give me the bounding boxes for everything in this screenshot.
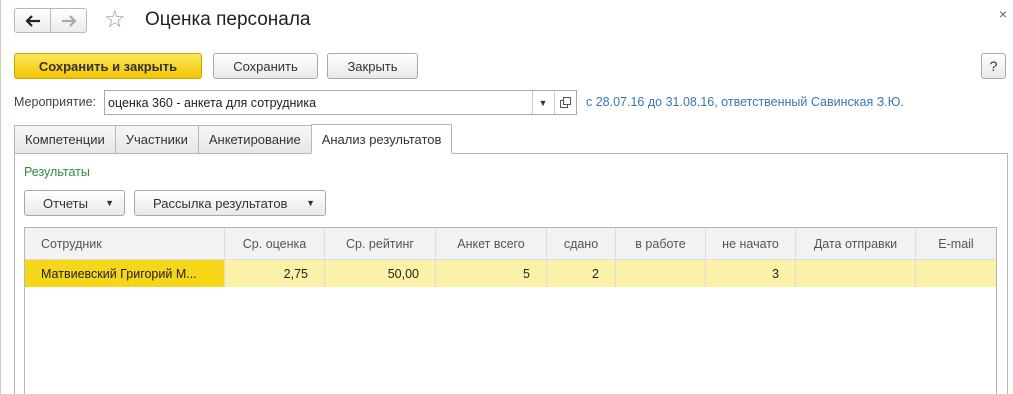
reports-button[interactable]: Отчеты ▼ (24, 190, 125, 216)
caret-down-icon: ▼ (306, 198, 315, 208)
column-header-not-started[interactable]: не начато (706, 228, 796, 259)
cell-not-started[interactable]: 3 (706, 260, 796, 287)
tab-participants[interactable]: Участники (114, 125, 198, 154)
column-header-employee[interactable]: Сотрудник (25, 228, 225, 259)
hr-assessment-window: ☆ Оценка персонала × Сохранить и закрыть… (0, 0, 1013, 394)
column-header-avg-score[interactable]: Ср. оценка (225, 228, 325, 259)
event-info-link[interactable]: с 28.07.16 до 31.08.16, ответственный Са… (586, 95, 904, 109)
column-header-email[interactable]: E-mail (916, 228, 996, 259)
table-row[interactable]: Матвиевский Григорий М... 2,75 50,00 5 2… (25, 260, 996, 287)
page-title: Оценка персонала (145, 9, 311, 30)
mailing-button[interactable]: Рассылка результатов ▼ (134, 190, 326, 216)
cell-submitted[interactable]: 2 (547, 260, 616, 287)
save-button[interactable]: Сохранить (213, 53, 318, 79)
arrow-right-icon (61, 14, 77, 27)
cell-avg-rating[interactable]: 50,00 (325, 260, 436, 287)
reports-label: Отчеты (43, 195, 88, 211)
close-button[interactable]: Закрыть (327, 53, 418, 79)
tab-competencies[interactable]: Компетенции (14, 125, 115, 154)
mailing-label: Рассылка результатов (153, 195, 288, 211)
tab-results-analysis[interactable]: Анализ результатов (310, 124, 453, 154)
tab-questionnaire[interactable]: Анкетирование (197, 125, 311, 154)
favorite-star-icon[interactable]: ☆ (104, 7, 126, 33)
table-header: Сотрудник Ср. оценка Ср. рейтинг Анкет в… (25, 228, 996, 260)
cell-total[interactable]: 5 (436, 260, 547, 287)
cell-avg-score[interactable]: 2,75 (225, 260, 325, 287)
column-header-total[interactable]: Анкет всего (436, 228, 547, 259)
arrow-left-icon (24, 14, 40, 27)
column-header-in-progress[interactable]: в работе (616, 228, 706, 259)
back-button[interactable] (14, 8, 51, 33)
column-header-sent-date[interactable]: Дата отправки (796, 228, 916, 259)
cell-in-progress[interactable] (616, 260, 706, 287)
caret-down-icon: ▼ (105, 198, 114, 208)
results-table[interactable]: Сотрудник Ср. оценка Ср. рейтинг Анкет в… (24, 227, 997, 394)
close-icon[interactable]: × (999, 6, 1007, 22)
event-value: оценка 360 - анкета для сотрудника (108, 96, 317, 110)
forward-button[interactable] (50, 8, 87, 33)
cell-employee[interactable]: Матвиевский Григорий М... (25, 260, 225, 287)
column-header-avg-rating[interactable]: Ср. рейтинг (325, 228, 436, 259)
event-field[interactable]: оценка 360 - анкета для сотрудника ▼ (104, 90, 577, 115)
results-group-label: Результаты (24, 165, 90, 179)
help-button[interactable]: ? (981, 53, 1006, 79)
open-button[interactable] (554, 91, 576, 114)
dropdown-button[interactable]: ▼ (532, 91, 553, 114)
tab-bar: Компетенции Участники Анкетирование Анал… (14, 124, 453, 154)
column-header-submitted[interactable]: сдано (547, 228, 616, 259)
event-label: Мероприятие: (14, 95, 97, 109)
cell-email[interactable] (916, 260, 996, 287)
save-and-close-button[interactable]: Сохранить и закрыть (14, 53, 202, 79)
open-window-icon (560, 97, 571, 108)
chevron-down-icon: ▼ (538, 97, 548, 108)
cell-sent-date[interactable] (796, 260, 916, 287)
